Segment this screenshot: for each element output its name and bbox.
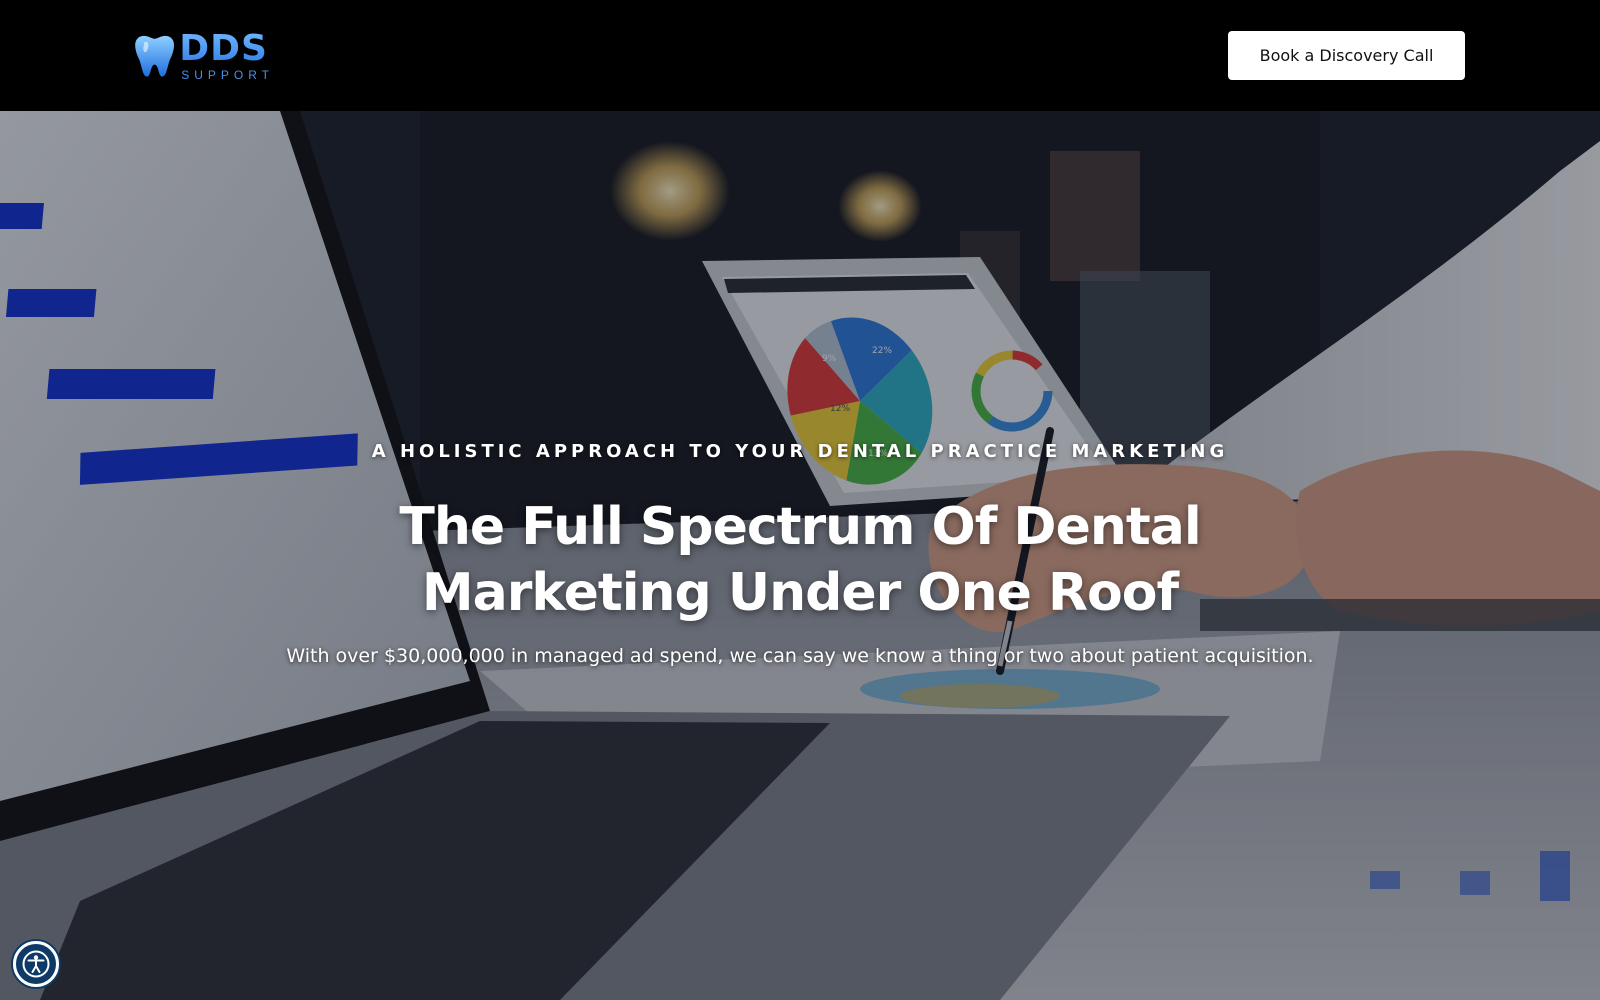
site-logo[interactable]: DDS SUPPORT [134, 28, 274, 84]
accessibility-icon [22, 950, 50, 978]
hero-content: A HOLISTIC APPROACH TO YOUR DENTAL PRACT… [0, 111, 1600, 1000]
logo-subtitle: SUPPORT [181, 68, 274, 82]
hero-subline: With over $30,000,000 in managed ad spen… [286, 645, 1314, 667]
hero-section: 9% 22% 13% 12% A HOLISTIC APPROACH TO YO… [0, 111, 1600, 1000]
hero-eyebrow: A HOLISTIC APPROACH TO YOUR DENTAL PRACT… [371, 441, 1229, 462]
site-header: DDS SUPPORT Book a Discovery Call [0, 0, 1600, 111]
hero-headline: The Full Spectrum Of Dental Marketing Un… [399, 497, 1201, 623]
accessibility-button[interactable] [13, 941, 59, 987]
book-discovery-call-button[interactable]: Book a Discovery Call [1228, 31, 1465, 80]
tooth-icon [135, 35, 175, 77]
logo-wordmark: DDS [179, 31, 274, 67]
